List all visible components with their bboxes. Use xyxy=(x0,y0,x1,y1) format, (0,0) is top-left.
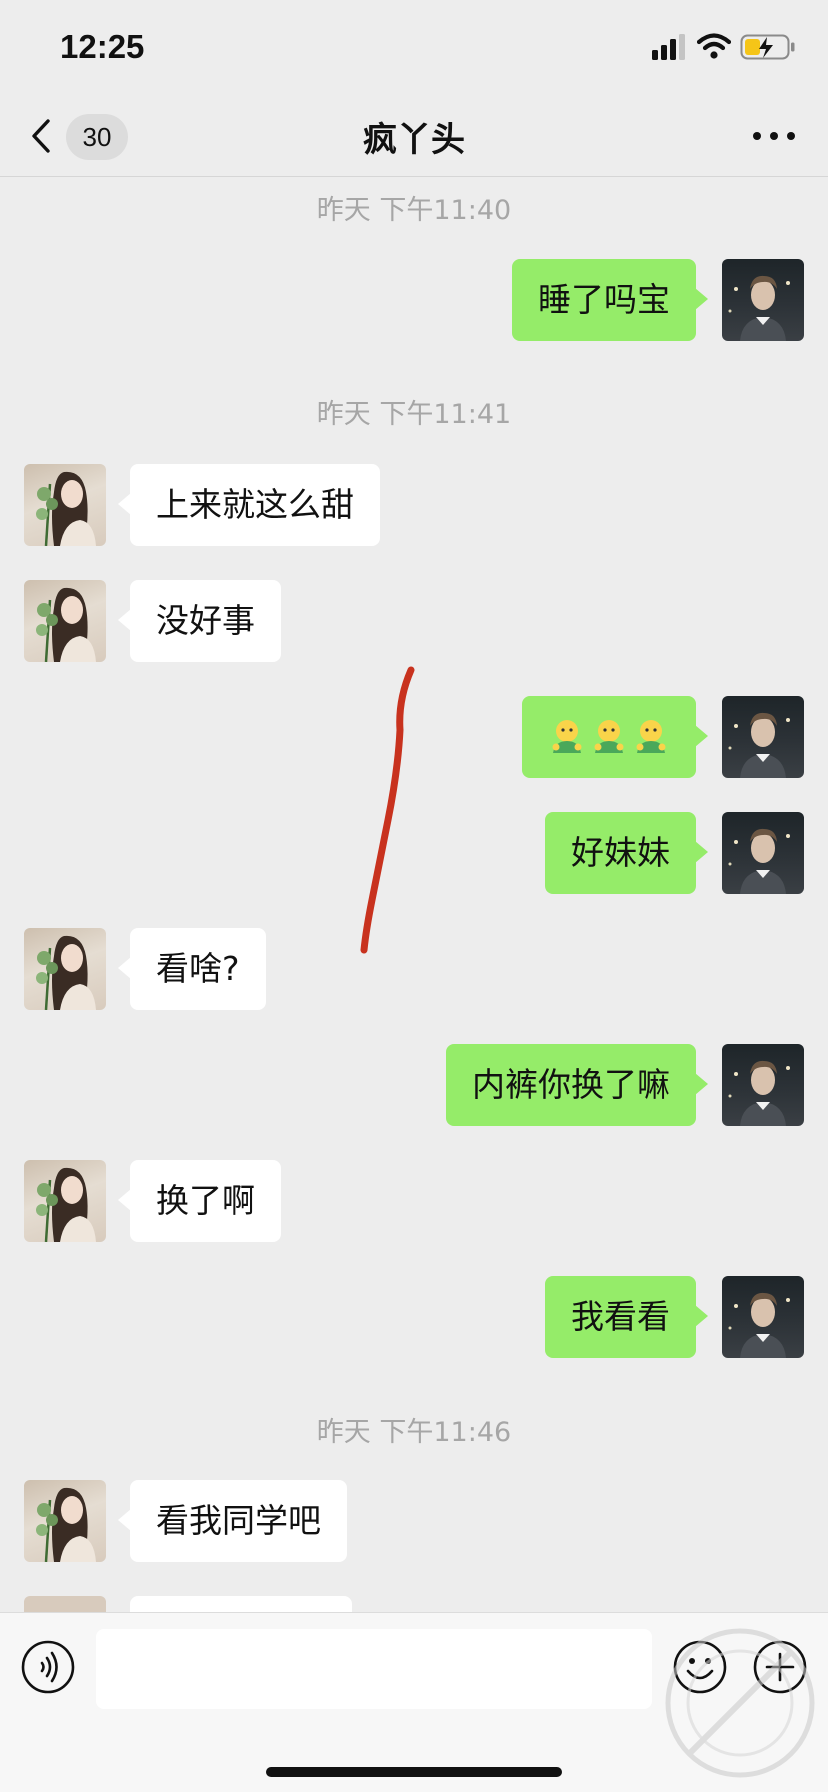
emoji-message-bubble[interactable] xyxy=(522,696,708,778)
home-indicator xyxy=(266,1767,562,1777)
more-options-icon[interactable] xyxy=(744,114,804,158)
message-bubble[interactable]: 我看看 xyxy=(545,1276,708,1358)
watermark-logo-icon xyxy=(665,1628,815,1778)
message-row: 内裤你换了嘛 xyxy=(0,1044,828,1126)
avatar-me[interactable] xyxy=(722,696,804,778)
battery-charging-icon xyxy=(740,34,795,60)
message-row xyxy=(0,696,828,778)
timestamp: 昨天 下午11:46 xyxy=(316,1417,512,1448)
avatar-contact[interactable] xyxy=(24,580,106,662)
message-input[interactable] xyxy=(96,1629,652,1709)
chat-title: 疯丫头 xyxy=(363,120,465,160)
message-bubble[interactable]: 看啥? xyxy=(118,928,266,1010)
avatar-contact-image xyxy=(36,1487,96,1562)
input-bar xyxy=(0,1612,828,1792)
avatar-me-image xyxy=(728,712,790,778)
status-time: 12:25 xyxy=(60,28,145,65)
message-row: 看我同学吧 xyxy=(0,1480,828,1562)
avatar-contact-image xyxy=(36,587,96,662)
avatar-contact-image xyxy=(36,1167,96,1242)
avatar-me-image xyxy=(728,828,790,894)
chat-screen: 12:25 30 疯丫头 昨天 下午11:40 睡了吗宝 昨天 下午11:41 … xyxy=(0,0,828,1792)
avatar-me[interactable] xyxy=(722,259,804,341)
unread-count-badge: 30 xyxy=(66,114,128,160)
message-row: 换了啊 xyxy=(0,1160,828,1242)
message-row: 好妹妹 xyxy=(0,812,828,894)
avatar-contact[interactable] xyxy=(24,928,106,1010)
status-bar: 12:25 xyxy=(0,0,828,96)
avatar-me[interactable] xyxy=(722,1044,804,1126)
wifi-icon xyxy=(697,33,731,59)
avatar-contact[interactable] xyxy=(24,1480,106,1562)
timestamp: 昨天 下午11:40 xyxy=(316,195,512,226)
message-bubble[interactable]: 好妹妹 xyxy=(545,812,708,894)
message-bubble[interactable]: 换了啊 xyxy=(118,1160,281,1242)
back-button[interactable]: 30 xyxy=(26,110,136,162)
message-bubble[interactable]: 睡了吗宝 xyxy=(512,259,708,341)
message-row: 上来就这么甜 xyxy=(0,464,828,546)
message-row: 看啥? xyxy=(0,928,828,1010)
message-row: 睡了吗宝 xyxy=(0,259,828,341)
avatar-me[interactable] xyxy=(722,812,804,894)
nav-bar: 30 疯丫头 xyxy=(0,96,828,177)
timestamp: 昨天 下午11:41 xyxy=(316,399,512,430)
avatar-me[interactable] xyxy=(722,1276,804,1358)
message-bubble[interactable]: 没好事 xyxy=(118,580,281,662)
avatar-contact-image xyxy=(36,471,96,546)
message-row: 我看看 xyxy=(0,1276,828,1358)
message-bubble[interactable]: 内裤你换了嘛 xyxy=(446,1044,708,1126)
cellular-signal-icon xyxy=(652,34,685,60)
avatar-contact[interactable] xyxy=(24,464,106,546)
avatar-me-image xyxy=(728,1292,790,1358)
avatar-me-image xyxy=(728,275,790,341)
voice-input-icon[interactable] xyxy=(20,1639,76,1695)
chevron-left-icon xyxy=(32,119,50,153)
message-row: 没好事 xyxy=(0,580,828,662)
message-bubble[interactable]: 上来就这么甜 xyxy=(118,464,380,546)
avatar-me-image xyxy=(728,1060,790,1126)
avatar-contact[interactable] xyxy=(24,1160,106,1242)
shy-face-emoji-icon xyxy=(552,720,666,753)
message-bubble[interactable]: 看我同学吧 xyxy=(118,1480,347,1562)
avatar-contact-image xyxy=(36,935,96,1010)
